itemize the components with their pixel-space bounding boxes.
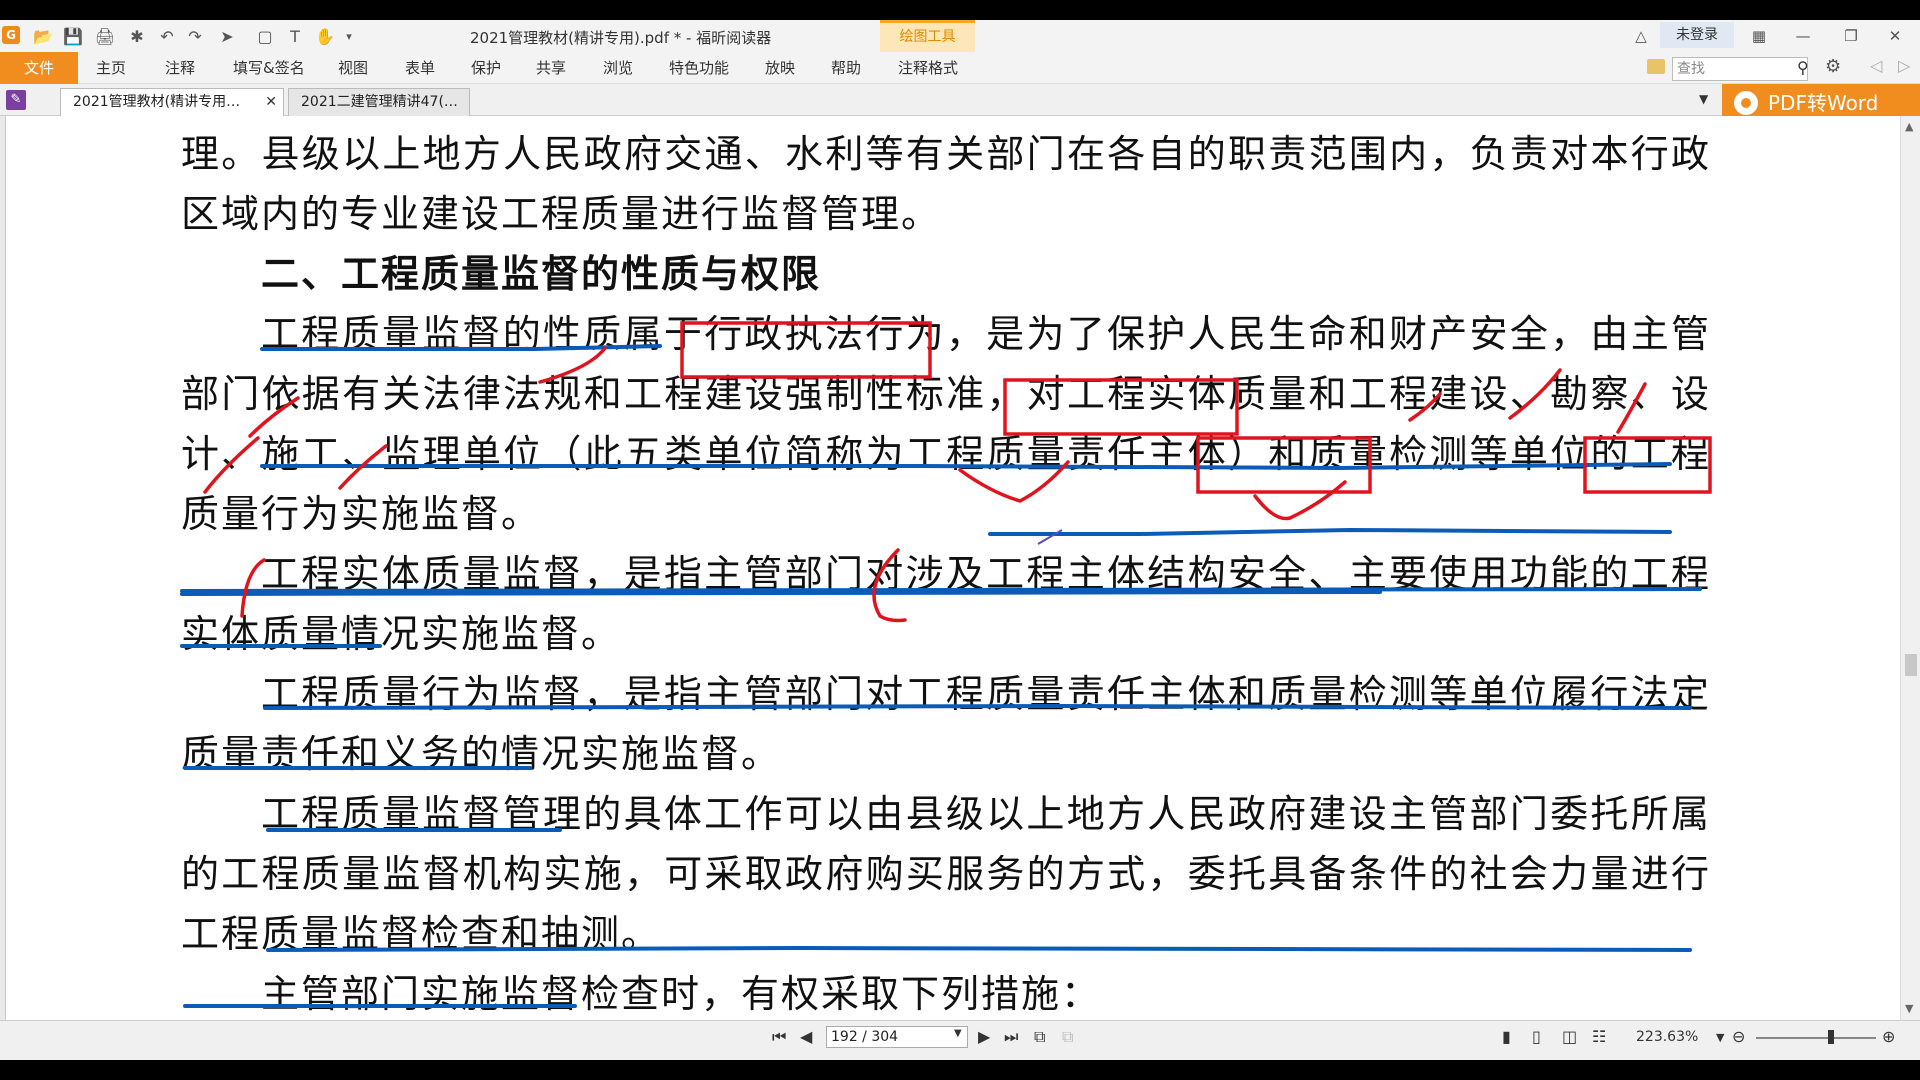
first-page-icon[interactable]: ⏮ (772, 1027, 786, 1047)
undo-icon[interactable]: ↶ (156, 26, 178, 46)
tabs-dropdown-icon[interactable]: ▼ (1699, 92, 1708, 106)
nav-forward-icon[interactable]: ▷ (1898, 56, 1910, 75)
edit-pdf-icon[interactable]: ✎ (6, 90, 26, 110)
tab-close-icon[interactable]: ✕ (265, 89, 277, 115)
page-text: 理。县级以上地方人民政府交通、水利等有关部门在各自的职责范围内，负责对本行政区域… (181, 124, 1711, 1020)
paragraph: 工程质量监督的性质属于行政执法行为，是为了保护人民生命和财产安全，由主管部门依据… (181, 312, 1711, 536)
doc-tab-label: 2021二建管理精讲47(… (301, 94, 458, 110)
window-title: 2021管理教材(精讲专用).pdf * - 福昕阅读器 (470, 29, 772, 47)
new-icon[interactable]: ✱ (126, 26, 148, 46)
customize-dropdown-icon[interactable]: ▾ (338, 26, 360, 46)
redo-icon[interactable]: ↷ (184, 26, 206, 46)
search-input[interactable]: 查找 (1672, 57, 1808, 81)
cursor-tool-icon[interactable]: ➤ (216, 26, 238, 46)
scroll-thumb[interactable] (1905, 654, 1917, 676)
continuous-view-icon[interactable]: ▯ (1532, 1027, 1541, 1046)
open-icon[interactable]: 📂 (32, 26, 54, 46)
next-page-icon[interactable]: ▶ (978, 1027, 990, 1046)
page-dropdown-icon[interactable]: ▼ (954, 1028, 962, 1039)
zoom-dropdown-icon[interactable]: ▼ (1716, 1031, 1724, 1044)
tab-view[interactable]: 视图 (338, 52, 368, 84)
paragraph: 工程质量行为监督，是指主管部门对工程质量责任主体和质量检测等单位履行法定质量责任… (181, 672, 1711, 776)
pdf-to-word-label: PDF转Word (1768, 91, 1879, 115)
facing-view-icon[interactable]: ◫ (1562, 1027, 1577, 1046)
folder-icon[interactable] (1647, 59, 1665, 74)
single-page-view-icon[interactable]: ▮ (1502, 1027, 1511, 1046)
status-bar: ⏮ ◀ 192 / 304 ▼ ▶ ⏭ ⧉ ⧉ ▮ ▯ ◫ ☷ 223.63% … (0, 1020, 1920, 1054)
pdf-to-word-icon (1734, 91, 1758, 115)
last-page-icon[interactable]: ⏭ (1004, 1027, 1018, 1047)
paragraph: 主管部门实施监督检查时，有权采取下列措施： (261, 972, 1102, 1016)
foxit-reader-window: G 📂 💾 🖨 ✱ ↶ ↷ ➤ ▢ T ✋ ▾ 2021管理教材(精讲专用).p… (0, 20, 1920, 1060)
gear-icon[interactable]: ⚙ (1825, 56, 1841, 77)
minimize-icon[interactable]: — (1788, 24, 1818, 48)
tab-protect[interactable]: 保护 (471, 52, 501, 84)
tab-comment[interactable]: 注释 (165, 52, 195, 84)
document-view[interactable]: 理。县级以上地方人民政府交通、水利等有关部门在各自的职责范围内，负责对本行政区域… (0, 116, 1900, 1020)
doc-tab-label: 2021管理教材(精讲专用… (73, 94, 241, 110)
next-view-icon[interactable]: ⧉ (1062, 1027, 1073, 1047)
document-tab-bar: ✎ 2021管理教材(精讲专用… ✕ 2021二建管理精讲47(… ▼ PDF转… (0, 84, 1920, 122)
hand-tool-icon[interactable]: ✋ (314, 26, 336, 46)
close-window-icon[interactable]: ✕ (1880, 24, 1910, 48)
tab-form[interactable]: 表单 (405, 52, 435, 84)
scroll-down-icon[interactable]: ▼ (1905, 1002, 1913, 1015)
tab-file[interactable]: 文件 (0, 52, 78, 84)
tab-features[interactable]: 特色功能 (669, 52, 729, 84)
title-bar: G 📂 💾 🖨 ✱ ↶ ↷ ➤ ▢ T ✋ ▾ 2021管理教材(精讲专用).p… (0, 20, 1920, 52)
search-icon[interactable]: ⚲ (1797, 58, 1809, 77)
tab-help[interactable]: 帮助 (831, 52, 861, 84)
navigation-panel-collapsed[interactable] (0, 116, 6, 1020)
paragraph: 理。县级以上地方人民政府交通、水利等有关部门在各自的职责范围内，负责对本行政区域… (181, 132, 1711, 236)
zoom-slider-thumb[interactable] (1828, 1030, 1834, 1044)
tab-home[interactable]: 主页 (96, 52, 126, 84)
nav-back-icon[interactable]: ◁ (1870, 56, 1882, 75)
page-number-input[interactable]: 192 / 304 (826, 1026, 968, 1048)
restore-icon[interactable]: ❐ (1836, 24, 1866, 48)
zoom-level[interactable]: 223.63% (1636, 1029, 1698, 1045)
paragraph: 工程实体质量监督，是指主管部门对涉及工程主体结构安全、主要使用功能的工程实体质量… (181, 552, 1711, 656)
app-logo[interactable]: G (2, 26, 20, 44)
tab-presentation[interactable]: 放映 (765, 52, 795, 84)
section-heading: 二、工程质量监督的性质与权限 (261, 251, 822, 296)
paragraph: 工程质量监督管理的具体工作可以由县级以上地方人民政府建设主管部门委托所属的工程质… (181, 792, 1711, 956)
tab-share[interactable]: 共享 (536, 52, 566, 84)
tab-fill-sign[interactable]: 填写&签名 (233, 52, 305, 84)
continuous-facing-view-icon[interactable]: ☷ (1592, 1027, 1606, 1046)
ribbon-tabs: 文件 主页 注释 填写&签名 视图 表单 保护 共享 浏览 特色功能 放映 帮助… (0, 52, 1920, 84)
login-button[interactable]: 未登录 (1660, 22, 1734, 48)
doc-tab-active[interactable]: 2021管理教材(精讲专用… ✕ (60, 88, 284, 116)
zoom-in-icon[interactable]: ⊕ (1882, 1027, 1895, 1046)
zoom-out-icon[interactable]: ⊖ (1732, 1027, 1745, 1046)
tab-browse[interactable]: 浏览 (603, 52, 633, 84)
typewriter-icon[interactable]: T (284, 26, 306, 46)
context-tab-drawing-tools[interactable]: 绘图工具 (880, 20, 975, 52)
save-icon[interactable]: 💾 (62, 26, 84, 46)
print-icon[interactable]: 🖨 (94, 26, 116, 46)
select-text-icon[interactable]: ▢ (254, 26, 276, 46)
scroll-up-icon[interactable]: ▲ (1905, 120, 1913, 133)
previous-view-icon[interactable]: ⧉ (1034, 1027, 1045, 1047)
previous-page-icon[interactable]: ◀ (800, 1027, 812, 1046)
zoom-slider[interactable] (1756, 1037, 1876, 1039)
doc-tab-inactive[interactable]: 2021二建管理精讲47(… (288, 88, 470, 116)
tab-comment-format[interactable]: 注释格式 (898, 52, 958, 84)
share-icon[interactable]: △ (1626, 24, 1656, 48)
vertical-scrollbar[interactable]: ▲ ▼ (1900, 116, 1920, 1020)
layout-icon[interactable]: ▦ (1744, 24, 1774, 48)
